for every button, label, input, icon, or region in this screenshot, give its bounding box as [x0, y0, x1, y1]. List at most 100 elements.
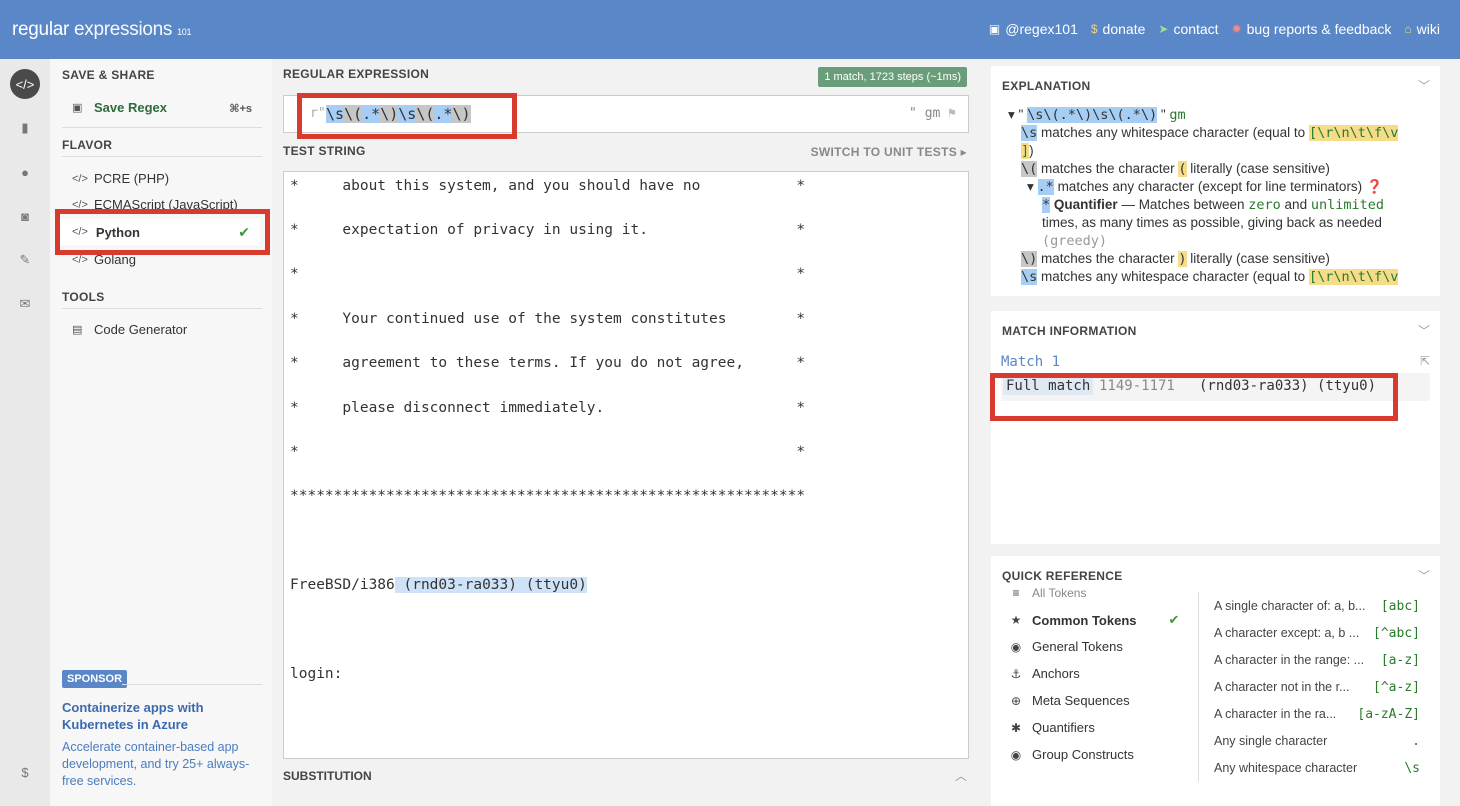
code-icon: </>	[72, 253, 88, 266]
qr-entry-desc[interactable]: Any whitespace character	[1214, 761, 1357, 775]
sponsor-badge: SPONSOR	[62, 670, 128, 688]
icon-rail: </> ▮ ● ◙ ✎ ✉ $	[0, 59, 50, 806]
gamepad-icon[interactable]: ◙	[10, 201, 40, 231]
flavor-title: FLAVOR	[62, 138, 113, 152]
test-string-label: TEST STRING	[283, 144, 366, 158]
bug-report-link[interactable]: ✹ bug reports & feedback	[1232, 21, 1392, 37]
qr-entry-desc[interactable]: A character in the ra...	[1214, 707, 1336, 721]
qr-entry-token[interactable]: [abc]	[1381, 599, 1420, 614]
quick-reference-title: QUICK REFERENCE	[1002, 569, 1123, 583]
test-line: * about this system, and you should have…	[290, 178, 806, 194]
test-line: ****************************************…	[290, 488, 806, 504]
editor-panel: REGULAR EXPRESSION 1 match, 1723 steps (…	[272, 59, 978, 806]
explanation-row: (greedy)	[1042, 233, 1108, 249]
paper-plane-icon: ➤	[1158, 22, 1169, 36]
donate-link[interactable]: $ donate	[1091, 21, 1146, 37]
qr-entry-desc[interactable]: A single character of: a, b...	[1214, 599, 1365, 613]
test-line-match: FreeBSD/i386 (rnd03-ra033) (ttyu0)	[290, 577, 587, 593]
share-icon[interactable]: ⇱	[1420, 354, 1430, 368]
qr-entry-token[interactable]: [^abc]	[1373, 626, 1420, 641]
list-icon: ≡	[1012, 586, 1020, 600]
chevron-down-icon[interactable]: ﹀	[1418, 567, 1430, 584]
wiki-link[interactable]: ⌂ wiki	[1404, 21, 1440, 37]
twitter-link[interactable]: ▣ @regex101	[989, 21, 1078, 37]
test-line: * *	[290, 444, 806, 460]
qr-category-group-constructs[interactable]: ◉ Group Constructs	[1010, 747, 1134, 762]
explanation-row: times, as many times as possible, giving…	[1042, 215, 1382, 230]
test-line: * Your continued use of the system const…	[290, 311, 806, 327]
check-icon: ✔	[1168, 612, 1180, 627]
target-icon: ◉	[1010, 747, 1022, 762]
qr-category-general-tokens[interactable]: ◉ General Tokens	[1010, 639, 1123, 654]
qr-entry-token[interactable]: [a-zA-Z]	[1357, 707, 1420, 722]
qr-entry-token[interactable]: \s	[1404, 761, 1420, 776]
anchor-icon: ⚓	[1010, 666, 1022, 681]
lifebuoy-icon: ⊕	[1010, 693, 1022, 708]
logo-main: regular	[12, 18, 70, 40]
target-icon: ◉	[1010, 639, 1022, 654]
contact-link[interactable]: ➤ contact	[1158, 21, 1218, 37]
user-icon[interactable]: ●	[10, 157, 40, 187]
code-generator-button[interactable]: ▤ Code Generator	[72, 322, 187, 337]
code-icon[interactable]: </>	[10, 69, 40, 99]
explanation-row: \( matches the character ( literally (ca…	[1021, 161, 1330, 177]
divider	[62, 308, 262, 309]
wrench-icon[interactable]: ✎	[10, 245, 40, 275]
header-links: ▣ @regex101 $ donate ➤ contact ✹ bug reports…	[989, 21, 1440, 37]
annotation-box-regex	[297, 93, 517, 139]
qr-category-meta-sequences[interactable]: ⊕ Meta Sequences	[1010, 693, 1130, 708]
qr-entry-token[interactable]: .	[1412, 734, 1420, 749]
help-icon[interactable]: ❓	[1366, 179, 1383, 194]
match-info-title: MATCH INFORMATION	[1002, 324, 1137, 338]
explanation-row: * Quantifier — Matches between zero and …	[1042, 197, 1384, 213]
bug-icon: ✹	[1231, 22, 1242, 36]
annotation-box-python	[55, 209, 270, 255]
divider	[122, 684, 262, 685]
test-line: * please disconnect immediately. *	[290, 400, 806, 416]
match-info-card: MATCH INFORMATION ﹀ Match 1 ⇱ Full match…	[991, 311, 1440, 544]
top-bar: regular expressions 101 ▣ @regex101 $ dona…	[0, 0, 1460, 59]
flag-icon: ⚑	[948, 106, 956, 121]
sponsor-description[interactable]: Accelerate container-based app developme…	[62, 739, 262, 790]
explanation-row: \s matches any whitespace character (equ…	[1021, 269, 1399, 285]
qr-entry-token[interactable]: [^a-z]	[1373, 680, 1420, 695]
qr-entry-desc[interactable]: A character not in the r...	[1214, 680, 1350, 694]
chevron-down-icon[interactable]: ﹀	[1418, 322, 1430, 339]
explanation-root: ▾ " \s\(.*\)\s\(.*\) " gm	[1008, 107, 1186, 123]
match-label: Match 1	[1001, 354, 1061, 370]
qr-category-all-tokens[interactable]: ≡ All Tokens	[1010, 586, 1086, 600]
qr-category-common-tokens[interactable]: ★ Common Tokens ✔	[1010, 612, 1180, 628]
test-string-input[interactable]: * about this system, and you should have…	[283, 171, 969, 759]
save-regex-button[interactable]: ▣ Save Regex	[72, 100, 167, 115]
regex-label: REGULAR EXPRESSION	[283, 67, 430, 81]
explanation-row: ▾ .* matches any character (except for l…	[1027, 179, 1383, 195]
qr-category-quantifiers[interactable]: ✱ Quantifiers	[1010, 720, 1095, 735]
qr-entry-token[interactable]: [a-z]	[1381, 653, 1420, 668]
regex-flags[interactable]: " gm ⚑	[909, 106, 956, 121]
chat-icon[interactable]: ✉	[10, 289, 40, 319]
chevron-down-icon[interactable]: ﹀	[1418, 77, 1430, 94]
substitution-label[interactable]: SUBSTITUTION	[283, 769, 372, 783]
qr-entry-desc[interactable]: A character except: a, b ...	[1214, 626, 1359, 640]
code-icon: </>	[72, 172, 88, 185]
twitter-icon: ▣	[988, 22, 1001, 36]
test-line: * agreement to these terms. If you do no…	[290, 355, 806, 371]
qr-entry-desc[interactable]: A character in the range: ...	[1214, 653, 1364, 667]
dollar-icon[interactable]: $	[10, 757, 40, 787]
quick-reference-card: QUICK REFERENCE ﹀ ≡ All Tokens ★ Common To…	[991, 556, 1440, 806]
chevron-up-icon[interactable]: ︿	[955, 767, 967, 784]
code-file-icon: ▤	[72, 324, 83, 336]
sponsor-title[interactable]: Containerize apps with Kubernetes in Azu…	[62, 699, 262, 733]
dollar-icon: $	[1090, 22, 1098, 36]
test-line: login:	[290, 666, 343, 682]
qr-divider	[1198, 592, 1199, 782]
switch-to-unit-tests-button[interactable]: SWITCH TO UNIT TESTS ▸	[811, 145, 967, 159]
qr-entry-desc[interactable]: Any single character	[1214, 734, 1327, 748]
library-icon[interactable]: ▮	[10, 113, 40, 143]
left-panel: SAVE & SHARE ▣ Save Regex ⌘+s FLAVOR </>…	[50, 59, 272, 806]
qr-category-anchors[interactable]: ⚓ Anchors	[1010, 666, 1080, 681]
flavor-pcre[interactable]: </> PCRE (PHP)	[72, 171, 169, 186]
test-line: * *	[290, 266, 806, 282]
explanation-title: EXPLANATION	[1002, 79, 1091, 93]
site-logo[interactable]: regular expressions 101	[0, 18, 192, 41]
